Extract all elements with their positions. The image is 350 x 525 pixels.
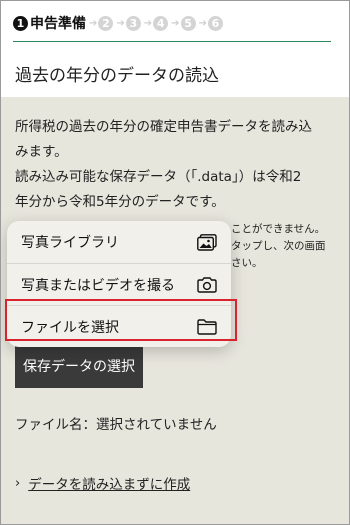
menu-item-label: 写真ライブラリ xyxy=(21,235,119,251)
step-current-label: 申告準備 xyxy=(30,16,86,32)
description-line: みます。 xyxy=(15,144,68,160)
description-line: 読み込み可能な保存データ（「.data」）は令和2 xyxy=(15,169,302,185)
step-number-current: 1 xyxy=(13,15,28,31)
folder-icon xyxy=(197,318,217,336)
step-current: 1 申告準備 xyxy=(13,13,86,33)
create-without-data-link[interactable]: › データを読み込まずに作成 xyxy=(15,473,191,494)
step-number-5: 5 xyxy=(180,15,196,31)
menu-item-label: 写真またはビデオを撮る xyxy=(21,277,175,294)
step-arrow-icon: ➔ xyxy=(116,17,125,29)
step-number-3: 3 xyxy=(125,15,141,31)
step-number-2: 2 xyxy=(98,15,114,31)
step-arrow-icon: ➔ xyxy=(89,17,98,29)
chevron-right-icon: › xyxy=(15,475,21,491)
menu-item-label: ファイルを選択 xyxy=(21,319,119,336)
app-frame: 1 申告準備 ➔ 2 ➔ 3 ➔ 4 ➔ 5 ➔ 6 過去の年分のデータの読込 … xyxy=(0,0,350,525)
step-arrow-icon: ➔ xyxy=(171,17,180,29)
partial-note-text: ことができません。 タップし、次の画面 さい。 xyxy=(231,221,349,272)
step-underline xyxy=(13,41,331,42)
camera-icon xyxy=(197,276,217,294)
note-line: さい。 xyxy=(231,257,263,269)
step-number-6: 6 xyxy=(207,15,223,31)
menu-item-take-photo-video[interactable]: 写真またはビデオを撮る xyxy=(7,263,231,305)
step-arrow-icon: ➔ xyxy=(198,17,207,29)
step-progress-bar: 1 申告準備 ➔ 2 ➔ 3 ➔ 4 ➔ 5 ➔ 6 xyxy=(1,1,349,45)
page-title: 過去の年分のデータの読込 xyxy=(1,53,349,93)
step-arrow-icon: ➔ xyxy=(143,17,153,29)
step-number-4: 4 xyxy=(153,15,169,31)
file-source-menu: 写真ライブラリ 写真またはビデオを撮る ファイルを選択 xyxy=(7,221,231,347)
filename-status: ファイル名：選択されていません xyxy=(15,417,217,433)
note-line: タップし、次の画面 xyxy=(231,240,326,252)
menu-item-choose-file[interactable]: ファイルを選択 xyxy=(7,305,231,347)
note-line: ことができません。 xyxy=(231,223,326,235)
create-without-data-label: データを読み込まずに作成 xyxy=(28,477,191,493)
select-saved-data-button[interactable]: 保存データの選択 xyxy=(15,344,143,388)
photo-library-icon xyxy=(197,233,217,251)
description-line: 年分から令和5年分のデータです。 xyxy=(15,194,225,210)
description-line: 所得税の過去の年分の確定申告書データを読み込 xyxy=(15,119,312,135)
description-text: 所得税の過去の年分の確定申告書データを読み込 みます。 読み込み可能な保存データ… xyxy=(15,115,345,215)
menu-item-photo-library[interactable]: 写真ライブラリ xyxy=(7,221,231,263)
